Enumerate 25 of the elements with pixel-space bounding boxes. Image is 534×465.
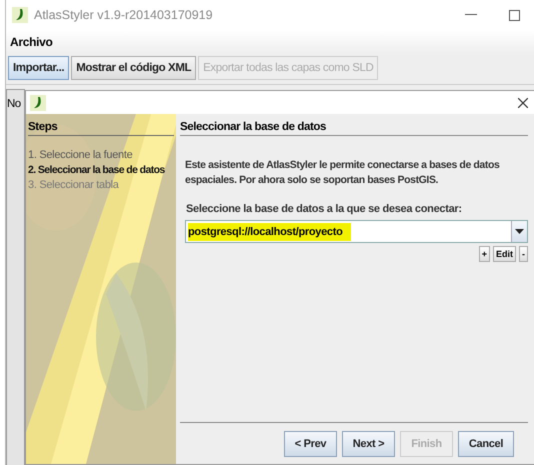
dropdown-arrow-icon	[515, 229, 524, 234]
small-button[interactable]: -	[519, 246, 528, 262]
wizard-step: 3. Seleccionar tabla	[28, 178, 174, 193]
toolbar-button[interactable]: Importar...	[8, 56, 70, 80]
app-logo-icon	[12, 7, 28, 23]
steps-title: Steps	[28, 119, 174, 136]
close-icon[interactable]	[518, 98, 528, 108]
toolbar-button[interactable]: Mostrar el código XML	[71, 56, 196, 80]
field-label: Seleccione la base de datos a la que se desea conectar:	[186, 203, 463, 215]
wizard-button[interactable]: < Prev	[284, 430, 337, 456]
wizard-button[interactable]: Next >	[342, 430, 395, 456]
app-logo-icon	[30, 94, 46, 110]
minimize-icon[interactable]	[465, 14, 477, 16]
wizard-step: 1. Seleccione la fuente	[28, 148, 174, 163]
page-title: Seleccionar la base de datos	[180, 119, 528, 136]
wizard-step: 2. Seleccionar la base de datos	[28, 163, 174, 178]
description-text: Este asistente de AtlasStyler le permite conectarse a bases de datos espaciales. Por ahora solo se soportan bases PostGIS.	[185, 158, 500, 188]
database-dropdown[interactable]: postgresql://localhost/proyecto	[185, 220, 528, 243]
small-button[interactable]: Edit	[493, 246, 516, 262]
wizard-button[interactable]: Cancel	[458, 430, 514, 456]
maximize-icon[interactable]	[509, 10, 520, 20]
table-header: No	[6, 89, 25, 465]
window-title: AtlasStyler v1.9-r201403170919	[34, 8, 214, 22]
menu-item[interactable]: Archivo	[10, 35, 53, 49]
small-button[interactable]: +	[478, 246, 490, 262]
